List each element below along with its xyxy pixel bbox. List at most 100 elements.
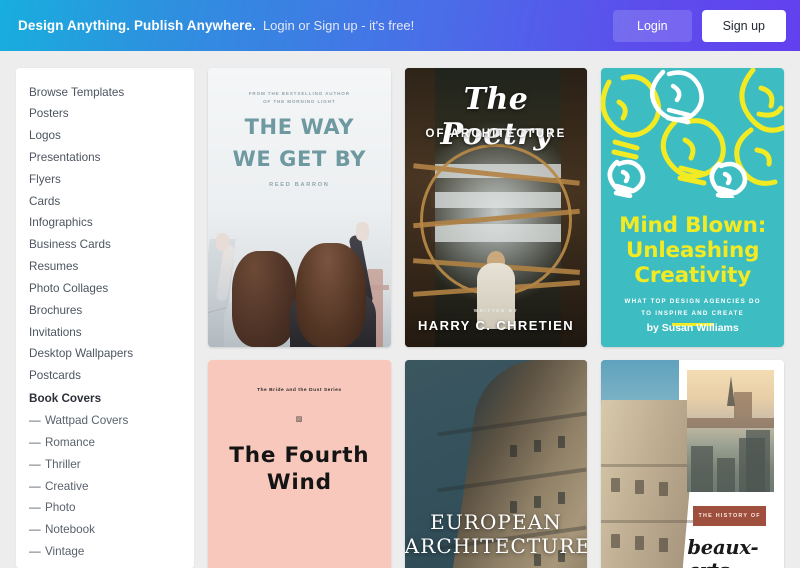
sidebar-item-photo[interactable]: — Photo (16, 498, 194, 520)
cover-series-label: The Bride and the Dust Series (257, 388, 342, 393)
person-left-hair (232, 251, 296, 347)
sidebar-item-romance[interactable]: — Romance (16, 432, 194, 454)
cover-title-line3: Creativity (634, 263, 752, 289)
cover-author: HARRY C. CHRETIEN (418, 318, 574, 333)
left-photo-strip (601, 360, 698, 568)
cityscape-photo (687, 370, 774, 492)
cover-title-line1: beaux-arts (687, 536, 759, 568)
facade-window (659, 482, 669, 496)
cover-subtitle-block: WHAT TOP DESIGN AGENCIES DO TO INSPIRE A… (601, 296, 784, 320)
peace-hand-right (355, 222, 369, 241)
category-sidebar[interactable]: Browse Templates Posters Logos Presentation… (16, 68, 194, 568)
cover-title: The Poetry (440, 82, 552, 152)
cover-title-line1: THE WAY (244, 114, 355, 139)
building-window (534, 496, 542, 508)
template-card-beaux-arts-architecture[interactable]: THE HISTORY OF beaux-arts architecture (601, 360, 784, 568)
sidebar-item-childrens[interactable]: — Childrens (16, 563, 194, 568)
book-cover-image: The Poetry OF ARCHITECTURE WRITTEN BY HA… (404, 68, 588, 347)
sidebar-item-label: Wattpad Covers (44, 414, 129, 428)
sidebar-item-thriller[interactable]: — Thriller (16, 454, 194, 476)
sidebar-item-flyers[interactable]: Flyers (16, 169, 194, 191)
cover-text-block: FROM THE BESTSELLING AUTHOR OF THE MORNI… (208, 90, 391, 188)
page-body: Browse Templates Posters Logos Presentation… (0, 51, 800, 568)
facade-window (611, 478, 621, 492)
building-window (510, 445, 518, 457)
facade-ledge (601, 520, 698, 523)
peace-hand-left (216, 233, 229, 251)
book-cover-image: The Bride and the Dust Series ▨ The Four… (208, 360, 391, 568)
sidebar-item-postcards[interactable]: Postcards (16, 366, 194, 388)
cover-title-line2: WE GET BY (232, 146, 367, 171)
distant-building (734, 392, 752, 418)
rooftop-block (746, 430, 770, 492)
cover-title-block: Mind Blown: Unleashing Creativity (601, 213, 784, 288)
sidebar-item-label: Creative (44, 479, 89, 493)
dash-icon: — (29, 545, 42, 559)
dash-icon: — (29, 457, 42, 471)
facade-window (611, 534, 621, 548)
cover-title-line1: Mind Blown: (619, 213, 767, 238)
cover-title-line2: Unleashing (625, 238, 760, 264)
template-card-european-architecture[interactable]: EUROPEAN ARCHITECTURE THE HISTORY BEHIND… (404, 360, 588, 568)
cover-written-by-label: WRITTEN BY (473, 308, 519, 313)
sidebar-item-label: Thriller (44, 457, 81, 471)
header-actions: Login Sign up (613, 9, 786, 42)
template-grid: FROM THE BESTSELLING AUTHOR OF THE MORNI… (208, 68, 784, 568)
cover-title-block: beaux-arts architecture (687, 536, 776, 568)
sidebar-item-vintage[interactable]: — Vintage (16, 541, 194, 563)
lightbulb-icon-group (601, 68, 784, 198)
signup-button[interactable]: Sign up (701, 9, 786, 42)
book-cover-image: EUROPEAN ARCHITECTURE THE HISTORY BEHIND… (404, 360, 588, 568)
building-window (534, 440, 542, 452)
cover-title-line2: ARCHITECTURE (404, 534, 588, 558)
cover-title-line2: Wind (266, 469, 332, 495)
dash-icon: — (29, 436, 42, 449)
dash-icon: — (29, 523, 42, 537)
sidebar-item-brochures[interactable]: Brochures (16, 300, 194, 322)
header-tagline-sub: Login or Sign up - it's free! (262, 18, 415, 33)
sidebar-item-label: Vintage (44, 545, 85, 559)
sidebar-item-posters[interactable]: Posters (16, 104, 194, 126)
sidebar-item-book-covers[interactable]: Book Covers (16, 387, 194, 410)
building-window (558, 492, 566, 504)
login-button[interactable]: Login (613, 9, 692, 42)
template-card-mind-blown[interactable]: Mind Blown: Unleashing Creativity WHAT T… (601, 68, 784, 347)
sidebar-item-cards[interactable]: Cards (16, 191, 194, 213)
sidebar-item-presentations[interactable]: Presentations (16, 147, 194, 169)
site-header: Design Anything. Publish Anywhere. Login… (0, 0, 800, 51)
cover-kicker-line2: OF THE MORNING LIGHT (263, 99, 336, 105)
facade-window (659, 538, 669, 552)
book-cover-image: THE HISTORY OF beaux-arts architecture (601, 360, 784, 568)
rooftop-line (687, 418, 774, 428)
cover-subtitle-line2: TO INSPIRE AND CREATE (641, 310, 745, 318)
sidebar-item-label: Romance (44, 436, 95, 449)
template-card-the-poetry-of-architecture[interactable]: The Poetry OF ARCHITECTURE WRITTEN BY HA… (404, 68, 588, 347)
sidebar-item-infographics[interactable]: Infographics (16, 213, 194, 235)
sidebar-item-desktop-wallpapers[interactable]: Desktop Wallpapers (16, 344, 194, 366)
template-card-the-fourth-wind[interactable]: The Bride and the Dust Series ▨ The Four… (208, 360, 391, 568)
cover-title-block: EUROPEAN ARCHITECTURE (405, 510, 588, 558)
sidebar-item-browse-templates[interactable]: Browse Templates (16, 82, 194, 104)
sidebar-item-creative[interactable]: — Creative (16, 476, 194, 498)
person-right-hair (296, 243, 366, 347)
sidebar-item-business-cards[interactable]: Business Cards (16, 235, 194, 257)
cover-title-line1: The Fourth (229, 443, 370, 468)
sidebar-item-photo-collages[interactable]: Photo Collages (16, 278, 194, 300)
sidebar-item-wattpad-covers[interactable]: — Wattpad Covers (16, 411, 194, 433)
sidebar-item-logos[interactable]: Logos (16, 126, 194, 148)
rooftop-block (691, 446, 714, 492)
ornament-icon: ▨ (295, 416, 303, 423)
rooftop-block (717, 458, 736, 492)
sidebar-item-label: Notebook (44, 523, 95, 537)
template-card-the-way-we-get-by[interactable]: FROM THE BESTSELLING AUTHOR OF THE MORNI… (208, 68, 391, 347)
sidebar-item-notebook[interactable]: — Notebook (16, 520, 194, 542)
header-tagline: Design Anything. Publish Anywhere. (18, 18, 256, 33)
sidebar-item-invitations[interactable]: Invitations (16, 322, 194, 344)
cover-title-block: The Fourth Wind (208, 443, 391, 497)
cover-tag-badge: THE HISTORY OF (693, 506, 766, 526)
cover-tag-label: THE HISTORY OF (698, 513, 761, 519)
sidebar-item-resumes[interactable]: Resumes (16, 257, 194, 279)
building-window (558, 436, 566, 448)
book-cover-image: Mind Blown: Unleashing Creativity WHAT T… (601, 68, 784, 347)
dash-icon: — (29, 414, 42, 428)
